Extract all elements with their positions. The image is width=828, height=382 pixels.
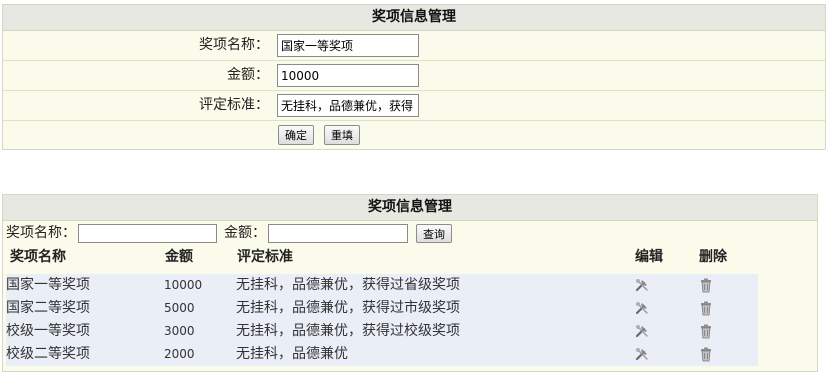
award-form-panel: 奖项信息管理 奖项名称： 金额： 评定标准： 确定 重填 — [2, 4, 826, 150]
column-header-delete: 删除 — [699, 249, 727, 265]
column-header-amount: 金额 — [165, 249, 193, 265]
criteria-label: 评定标准： — [199, 97, 269, 113]
search-name-label: 奖项名称： — [6, 225, 76, 241]
trash-can-icon[interactable] — [698, 277, 714, 293]
form-row-name: 奖项名称： — [3, 31, 825, 61]
table-body: 国家一等奖项 10000 无挂科，品德兼优，获得过省级奖项 国家二等奖项 500… — [6, 274, 758, 366]
amount-cell: 5000 — [164, 301, 195, 315]
criteria-cell: 无挂科，品德兼优，获得过校级奖项 — [236, 323, 460, 339]
edit-tools-icon[interactable] — [634, 300, 650, 316]
name-label: 奖项名称： — [199, 37, 269, 53]
table-row: 校级一等奖项 3000 无挂科，品德兼优，获得过校级奖项 — [6, 320, 758, 343]
amount-cell: 10000 — [164, 278, 203, 292]
confirm-button[interactable]: 确定 — [278, 125, 314, 145]
column-header-name: 奖项名称 — [10, 249, 66, 265]
edit-tools-icon[interactable] — [634, 277, 650, 293]
criteria-cell: 无挂科，品德兼优，获得过市级奖项 — [236, 300, 460, 316]
column-header-edit: 编辑 — [635, 249, 663, 265]
trash-can-icon[interactable] — [698, 323, 714, 339]
form-panel-title: 奖项信息管理 — [3, 5, 825, 31]
list-panel-title: 奖项信息管理 — [3, 195, 817, 221]
search-button[interactable]: 查询 — [416, 224, 452, 243]
award-name-cell: 校级一等奖项 — [6, 323, 90, 339]
amount-cell: 2000 — [164, 347, 195, 361]
form-row-criteria: 评定标准： — [3, 91, 825, 121]
search-amount-input[interactable] — [268, 224, 408, 243]
criteria-cell: 无挂科，品德兼优 — [236, 346, 348, 362]
award-name-input[interactable] — [277, 34, 419, 57]
search-name-input[interactable] — [78, 224, 217, 243]
form-row-amount: 金额： — [3, 61, 825, 91]
edit-tools-icon[interactable] — [634, 323, 650, 339]
trash-can-icon[interactable] — [698, 300, 714, 316]
table-row: 国家二等奖项 5000 无挂科，品德兼优，获得过市级奖项 — [6, 297, 758, 320]
amount-input[interactable] — [277, 64, 419, 87]
search-bar: 奖项名称： 金额： 查询 — [3, 222, 817, 246]
award-name-cell: 校级二等奖项 — [6, 346, 90, 362]
amount-label: 金额： — [227, 67, 269, 83]
column-header-criteria: 评定标准 — [237, 249, 293, 265]
search-amount-label: 金额： — [224, 225, 266, 241]
criteria-cell: 无挂科，品德兼优，获得过省级奖项 — [236, 277, 460, 293]
table-row: 国家一等奖项 10000 无挂科，品德兼优，获得过省级奖项 — [6, 274, 758, 297]
amount-cell: 3000 — [164, 324, 195, 338]
table-header: 奖项名称 金额 评定标准 编辑 删除 — [3, 246, 817, 268]
criteria-input[interactable] — [277, 94, 419, 117]
award-name-cell: 国家一等奖项 — [6, 277, 90, 293]
form-row-actions: 确定 重填 — [3, 121, 825, 151]
table-row: 校级二等奖项 2000 无挂科，品德兼优 — [6, 343, 758, 366]
award-name-cell: 国家二等奖项 — [6, 300, 90, 316]
reset-button[interactable]: 重填 — [324, 125, 360, 145]
trash-can-icon[interactable] — [698, 346, 714, 362]
edit-tools-icon[interactable] — [634, 346, 650, 362]
